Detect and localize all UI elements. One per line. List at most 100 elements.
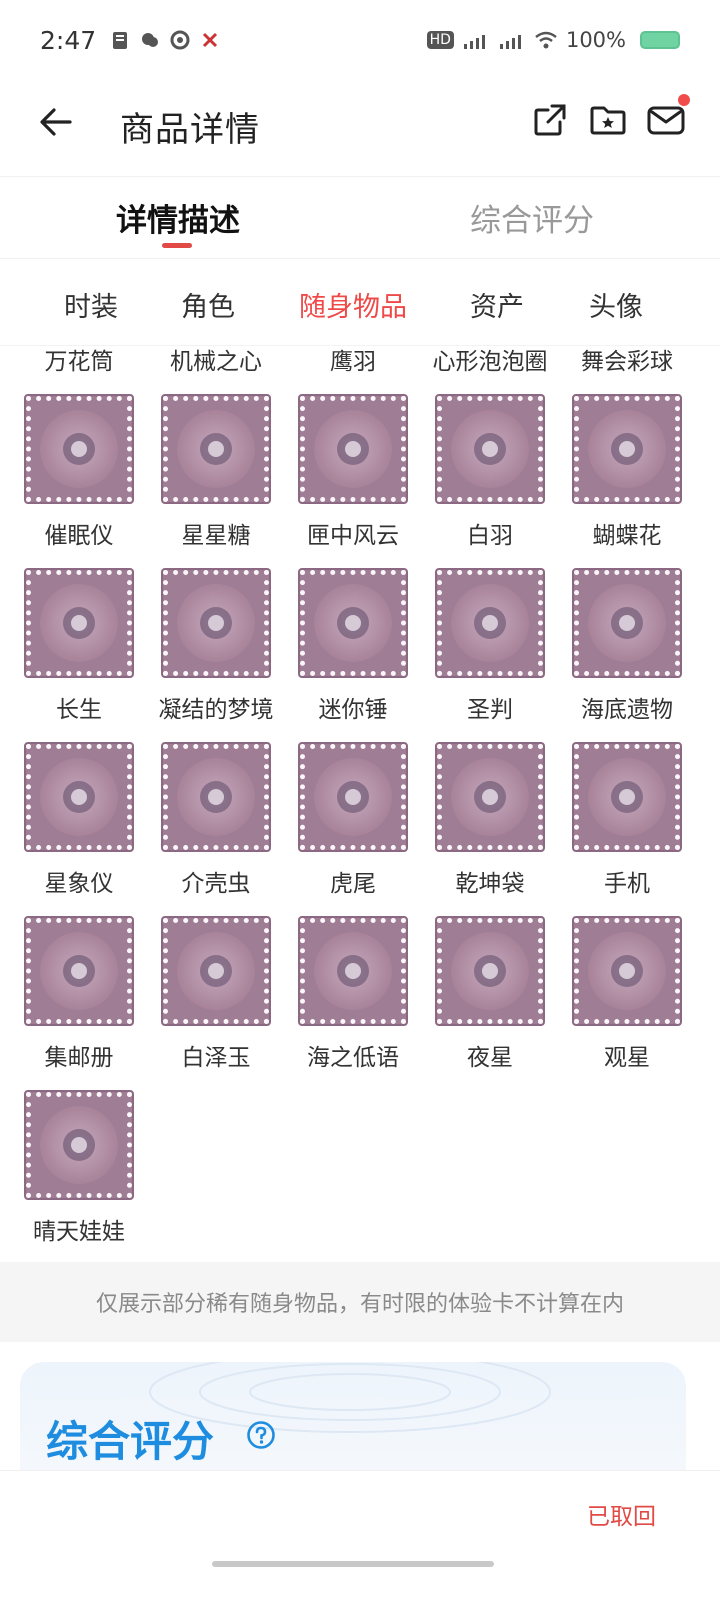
status-time: 2:47 — [40, 25, 97, 55]
item-label: 迷你锤 — [318, 697, 388, 723]
orrery-icon — [40, 758, 118, 836]
item-label: 白羽 — [467, 523, 513, 549]
hd-badge: HD — [426, 31, 454, 49]
stamp-frame — [24, 916, 134, 1026]
purple-flower-ball-icon — [588, 410, 666, 488]
ship-wheel-icon — [588, 584, 666, 662]
help-icon[interactable] — [246, 1420, 276, 1450]
page-title: 商品详情 — [120, 110, 260, 150]
item-label: 虎尾 — [330, 871, 376, 897]
item-label: 蝴蝶花 — [592, 523, 662, 549]
stamp-frame — [24, 1090, 134, 1200]
item-card[interactable]: 长生 — [9, 568, 149, 748]
stamp-frame — [298, 394, 408, 504]
item-card[interactable]: 晴天娃娃 — [9, 1090, 149, 1270]
item-label: 长生 — [56, 697, 102, 723]
item-label: 海之低语 — [307, 1045, 399, 1071]
tab-details[interactable]: 详情描述 — [116, 195, 240, 240]
item-card[interactable]: 凝结的梦境 — [146, 568, 286, 748]
stamp-frame — [24, 742, 134, 852]
item-card[interactable]: 乾坤袋 — [420, 742, 560, 922]
item-card[interactable]: 观星 — [557, 916, 697, 1096]
battery-icon — [640, 31, 680, 49]
item-label: 海底遗物 — [581, 697, 673, 723]
item-card[interactable]: 圣判 — [420, 568, 560, 748]
item-label: 万花筒 — [44, 349, 114, 375]
stamp-frame — [572, 568, 682, 678]
white-feather-icon — [451, 410, 529, 488]
tab-overall-score[interactable]: 综合评分 — [470, 195, 594, 240]
aperture-icon — [170, 30, 190, 50]
tab-avatar[interactable]: 头像 — [589, 285, 643, 324]
item-card[interactable]: 白羽 — [420, 394, 560, 574]
item-card[interactable]: 手机 — [557, 742, 697, 922]
active-tab-indicator — [162, 243, 192, 248]
tiger-tail-icon — [314, 758, 392, 836]
app-header: 商品详情 — [0, 80, 720, 176]
box-icon — [314, 410, 392, 488]
tab-character[interactable]: 角色 — [181, 285, 235, 324]
item-label: 观星 — [604, 1045, 650, 1071]
stamp-frame — [435, 742, 545, 852]
mail-icon — [647, 106, 685, 135]
stamp-frame — [161, 394, 271, 504]
item-card[interactable]: 海之低语 — [283, 916, 423, 1096]
item-card[interactable]: 迷你锤 — [283, 568, 423, 748]
goggles-icon — [588, 932, 666, 1010]
item-label: 星星糖 — [181, 523, 251, 549]
crystal-icon — [177, 584, 255, 662]
signal-5g-icon — [499, 35, 521, 49]
items-grid: 万花筒 机械之心 鹰羽 心形泡泡圈 舞会彩球 催眠仪 星星糖 匣中风云 白羽 蝴蝶花长生… — [0, 346, 720, 1286]
item-card[interactable]: 催眠仪 — [9, 394, 149, 574]
staff-icon — [40, 584, 118, 662]
item-label: 手机 — [604, 871, 650, 897]
mail-button[interactable] — [646, 94, 690, 140]
share-icon[interactable] — [530, 100, 570, 140]
stamp-frame — [572, 394, 682, 504]
stamp-frame — [24, 568, 134, 678]
item-label: 匣中风云 — [307, 523, 399, 549]
stamp-frame — [298, 916, 408, 1026]
stamp-frame — [298, 742, 408, 852]
tab-assets[interactable]: 资产 — [470, 285, 524, 324]
item-card[interactable]: 蝴蝶花 — [557, 394, 697, 574]
stamp-frame — [572, 916, 682, 1026]
back-arrow-icon[interactable] — [36, 102, 76, 142]
clipboard-icon — [113, 32, 128, 49]
item-card[interactable]: 海底遗物 — [557, 568, 697, 748]
item-label: 凝结的梦境 — [158, 697, 274, 723]
item-label: 心形泡泡圈 — [432, 349, 548, 375]
status-withdrawn: 已取回 — [587, 1504, 656, 1530]
sword-icon — [451, 584, 529, 662]
notice-text: 仅展示部分稀有随身物品，有时限的体验卡不计算在内 — [0, 1262, 720, 1342]
item-card[interactable]: 介壳虫 — [146, 742, 286, 922]
tab-accessories[interactable]: 随身物品 — [299, 285, 407, 324]
item-card[interactable]: 匣中风云 — [283, 394, 423, 574]
hammer-icon — [314, 584, 392, 662]
item-label: 集邮册 — [44, 1045, 114, 1071]
spiral-device-icon — [40, 410, 118, 488]
item-label: 舞会彩球 — [581, 349, 673, 375]
item-label: 机械之心 — [170, 349, 262, 375]
tab-costume[interactable]: 时装 — [64, 285, 118, 324]
notification-dot — [678, 94, 690, 106]
stamp-frame — [24, 394, 134, 504]
bag-icon — [451, 758, 529, 836]
wifi-icon — [535, 31, 557, 49]
item-card[interactable]: 集邮册 — [9, 916, 149, 1096]
item-card[interactable]: 星星糖 — [146, 394, 286, 574]
item-card[interactable]: 星象仪 — [9, 742, 149, 922]
item-card[interactable]: 夜星 — [420, 916, 560, 1096]
favorite-folder-icon[interactable] — [588, 100, 628, 140]
home-indicator[interactable] — [212, 1561, 494, 1567]
item-card[interactable]: 白泽玉 — [146, 916, 286, 1096]
jade-beast-icon — [177, 932, 255, 1010]
item-label: 白泽玉 — [181, 1045, 251, 1071]
item-label: 鹰羽 — [330, 349, 376, 375]
battery-percent: 100% — [565, 28, 626, 52]
item-label: 圣判 — [467, 697, 513, 723]
stamp-frame — [572, 742, 682, 852]
stamp-frame — [161, 916, 271, 1026]
item-card[interactable]: 虎尾 — [283, 742, 423, 922]
item-label: 晴天娃娃 — [33, 1219, 125, 1245]
